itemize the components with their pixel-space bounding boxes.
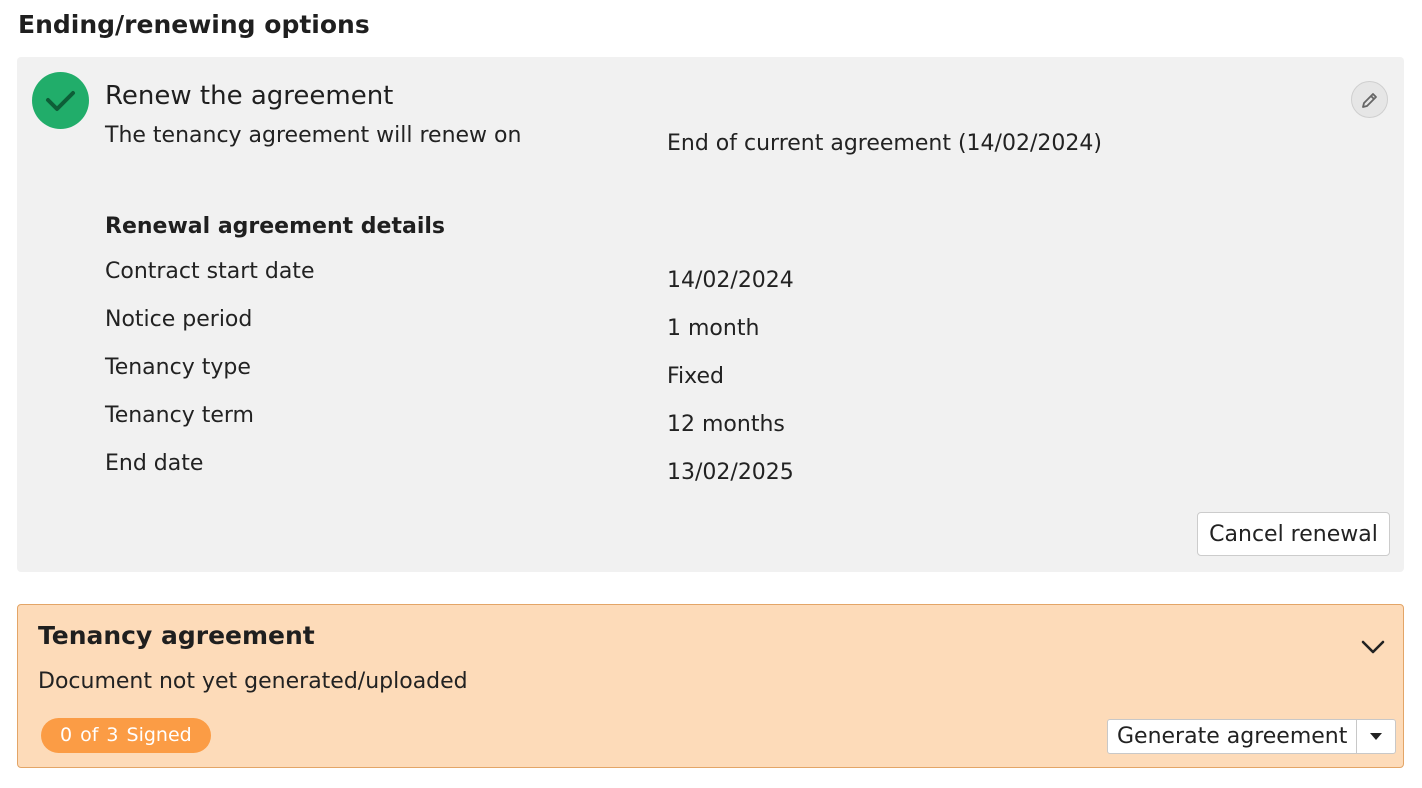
detail-value: 14/02/2024 bbox=[667, 268, 794, 293]
renewal-title: Renew the agreement bbox=[105, 81, 394, 111]
agreement-status: Document not yet generated/uploaded bbox=[38, 669, 468, 694]
tenancy-agreement-panel: Tenancy agreement Document not yet gener… bbox=[17, 604, 1404, 768]
signed-count: 0 bbox=[60, 724, 73, 746]
page-title: Ending/renewing options bbox=[18, 10, 370, 39]
detail-label: Tenancy term bbox=[105, 403, 254, 428]
renew-on-value: End of current agreement (14/02/2024) bbox=[667, 131, 1102, 156]
pencil-icon bbox=[1362, 93, 1377, 108]
renew-on-label: The tenancy agreement will renew on bbox=[105, 123, 522, 148]
caret-down-icon bbox=[1370, 733, 1383, 740]
cancel-renewal-button[interactable]: Cancel renewal bbox=[1197, 512, 1390, 556]
generate-agreement-split-button: Generate agreement bbox=[1107, 719, 1397, 754]
signed-of: of bbox=[80, 724, 99, 746]
generate-options-dropdown[interactable] bbox=[1357, 720, 1395, 753]
detail-label: Tenancy type bbox=[105, 355, 251, 380]
detail-value: 12 months bbox=[667, 412, 785, 437]
check-icon bbox=[32, 72, 89, 129]
detail-label: Contract start date bbox=[105, 259, 315, 284]
edit-button[interactable] bbox=[1351, 81, 1388, 118]
signed-label: Signed bbox=[126, 724, 192, 746]
generate-agreement-button[interactable]: Generate agreement bbox=[1108, 720, 1358, 753]
detail-label: Notice period bbox=[105, 307, 253, 332]
renewal-details-heading: Renewal agreement details bbox=[105, 214, 445, 239]
agreement-title: Tenancy agreement bbox=[38, 621, 315, 650]
detail-value: 1 month bbox=[667, 316, 760, 341]
expand-toggle[interactable] bbox=[1358, 633, 1388, 661]
chevron-down-icon bbox=[1361, 640, 1385, 654]
signed-status-badge: 0 of 3 Signed bbox=[41, 718, 211, 753]
detail-value: Fixed bbox=[667, 364, 725, 389]
detail-value: 13/02/2025 bbox=[667, 460, 794, 485]
renewal-panel: Renew the agreement The tenancy agreemen… bbox=[17, 57, 1404, 572]
signed-total: 3 bbox=[106, 724, 119, 746]
detail-label: End date bbox=[105, 451, 204, 476]
